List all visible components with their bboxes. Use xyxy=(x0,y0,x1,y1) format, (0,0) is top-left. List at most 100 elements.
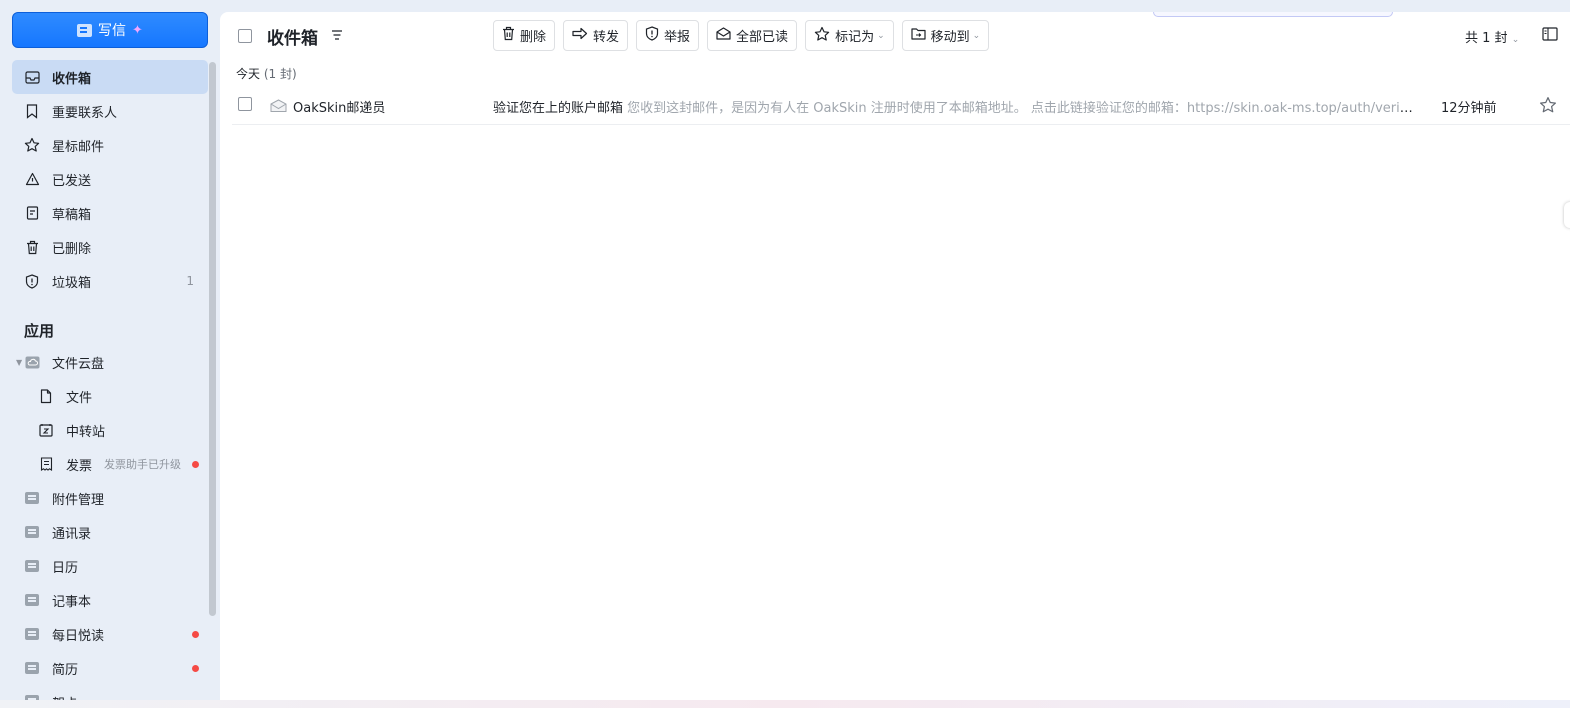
side-panel-handle[interactable] xyxy=(1564,202,1570,228)
preview-text: 您收到这封邮件，是因为有人在 OakSkin 注册时使用了本邮箱地址。 点击此链… xyxy=(627,101,1417,116)
shield-icon xyxy=(645,26,659,45)
spam-count-badge: 1 xyxy=(186,274,194,288)
table-row[interactable]: OakSkin邮递员 验证您在上的账户邮箱 您收到这封邮件，是因为有人在 Oak… xyxy=(232,88,1570,125)
chevron-down-icon: ⌄ xyxy=(1511,35,1520,45)
attachment-icon xyxy=(24,490,40,506)
star-icon xyxy=(814,26,830,46)
sidebar: 写信 ✦ 收件箱 重要联系人 星标邮件 已发送 草稿箱 已删除 垃圾箱 1 应用… xyxy=(0,0,218,708)
inbox-icon xyxy=(24,69,40,85)
compose-icon xyxy=(77,23,93,37)
star-icon[interactable] xyxy=(1539,96,1557,118)
reading-pane-icon[interactable] xyxy=(1542,27,1558,45)
sidebar-item-sent[interactable]: 已发送 xyxy=(12,162,208,196)
app-item-invoice[interactable]: 发票 发票助手已升级 xyxy=(12,447,208,481)
app-item-label: 记事本 xyxy=(52,594,92,610)
page-title: 收件箱 xyxy=(267,29,318,49)
mark-as-dropdown[interactable]: 标记为 ⌄ xyxy=(805,20,894,51)
app-item-label: 文件 xyxy=(66,390,93,406)
sidebar-item-label: 已发送 xyxy=(52,173,92,189)
app-item-files[interactable]: 文件 xyxy=(12,379,208,413)
shield-icon xyxy=(24,273,40,289)
apps-nav: ▼ 文件云盘 文件 中转站 发票 发票助手已升级 附件管理 通讯录 日历 记事本… xyxy=(12,345,208,707)
sidebar-item-spam[interactable]: 垃圾箱 1 xyxy=(12,264,208,298)
date-group-label: 今天 xyxy=(236,67,261,81)
notepad-icon xyxy=(24,592,40,608)
mail-count-dropdown[interactable]: 共 1 封 ⌄ xyxy=(1465,27,1519,46)
mail-count-label: 共 1 封 xyxy=(1465,31,1508,46)
sparkle-icon: ✦ xyxy=(132,22,143,38)
mark-as-label: 标记为 xyxy=(835,30,875,45)
sidebar-item-label: 垃圾箱 xyxy=(52,275,92,291)
compose-button[interactable]: 写信 ✦ xyxy=(12,12,208,48)
resume-icon xyxy=(24,660,40,676)
forward-label: 转发 xyxy=(593,30,620,45)
row-checkbox[interactable] xyxy=(238,97,252,111)
delete-button[interactable]: 删除 xyxy=(493,20,556,51)
calendar-icon xyxy=(24,558,40,574)
select-all-checkbox[interactable] xyxy=(238,29,252,43)
send-icon xyxy=(24,171,40,187)
app-item-resume[interactable]: 简历 xyxy=(12,651,208,685)
app-item-notepad[interactable]: 记事本 xyxy=(12,583,208,617)
report-button[interactable]: 举报 xyxy=(636,20,700,51)
invoice-upgrade-note: 发票助手已升级 xyxy=(104,458,182,471)
trash-icon xyxy=(24,239,40,255)
app-item-label: 文件云盘 xyxy=(52,356,105,372)
received-time: 12分钟前 xyxy=(1441,101,1497,116)
sidebar-item-important-contacts[interactable]: 重要联系人 xyxy=(12,94,208,128)
star-icon xyxy=(24,137,40,153)
report-label: 举报 xyxy=(664,30,691,45)
reading-icon xyxy=(24,626,40,642)
notification-dot xyxy=(192,630,199,638)
forward-button[interactable]: 转发 xyxy=(563,20,629,51)
mark-all-read-label: 全部已读 xyxy=(736,30,789,45)
delete-label: 删除 xyxy=(520,30,547,45)
app-item-label: 通讯录 xyxy=(52,526,92,542)
mark-all-read-button[interactable]: 全部已读 xyxy=(707,20,798,51)
forward-icon xyxy=(572,27,588,44)
app-item-contacts[interactable]: 通讯录 xyxy=(12,515,208,549)
envelope-icon xyxy=(270,99,287,116)
app-item-label: 中转站 xyxy=(66,424,106,440)
open-envelope-icon xyxy=(716,27,731,44)
sidebar-item-label: 收件箱 xyxy=(52,71,92,87)
compose-label: 写信 xyxy=(98,23,127,39)
bottom-edge xyxy=(0,700,1570,708)
app-item-transfer-station[interactable]: 中转站 xyxy=(12,413,208,447)
draft-icon xyxy=(24,205,40,221)
sidebar-item-deleted[interactable]: 已删除 xyxy=(12,230,208,264)
sidebar-item-drafts[interactable]: 草稿箱 xyxy=(12,196,208,230)
sidebar-item-label: 星标邮件 xyxy=(52,139,105,155)
receipt-icon xyxy=(38,456,54,472)
filter-icon[interactable] xyxy=(331,29,343,45)
subject-line: 验证您在上的账户邮箱 您收到这封邮件，是因为有人在 OakSkin 注册时使用了… xyxy=(493,97,1417,116)
folder-nav: 收件箱 重要联系人 星标邮件 已发送 草稿箱 已删除 垃圾箱 1 xyxy=(12,60,208,298)
sidebar-item-inbox[interactable]: 收件箱 xyxy=(12,60,208,94)
move-to-dropdown[interactable]: 移动到 ⌄ xyxy=(901,20,990,51)
mail-toolbar: 删除 转发 举报 全部已读 标记为 ⌄ 移动到 ⌄ xyxy=(493,20,990,51)
app-item-label: 发票 xyxy=(66,458,93,474)
notification-dot xyxy=(192,460,199,468)
app-item-cloud-drive[interactable]: ▼ 文件云盘 xyxy=(12,345,208,379)
date-group-count: (1 封) xyxy=(263,67,297,81)
apps-section-title: 应用 xyxy=(24,322,55,340)
file-icon xyxy=(38,388,54,404)
app-item-attachments[interactable]: 附件管理 xyxy=(12,481,208,515)
sidebar-item-label: 草稿箱 xyxy=(52,207,92,223)
transfer-icon xyxy=(38,422,54,438)
move-to-label: 移动到 xyxy=(930,30,970,45)
bookmark-icon xyxy=(24,103,40,119)
notification-dot xyxy=(192,664,199,672)
contacts-icon xyxy=(24,524,40,540)
chevron-down-icon: ⌄ xyxy=(877,30,885,41)
sidebar-scrollbar[interactable] xyxy=(209,62,216,616)
sidebar-item-starred[interactable]: 星标邮件 xyxy=(12,128,208,162)
app-item-calendar[interactable]: 日历 xyxy=(12,549,208,583)
mail-list-panel: 收件箱 删除 转发 举报 全部已读 标记为 ⌄ 移动到 ⌄ 共 1 封 ⌄ 今天… xyxy=(220,12,1570,700)
app-item-label: 每日悦读 xyxy=(52,628,105,644)
caret-down-icon[interactable]: ▼ xyxy=(16,358,22,367)
sidebar-item-label: 已删除 xyxy=(52,241,92,257)
cloud-icon xyxy=(24,354,40,370)
app-item-daily-reading[interactable]: 每日悦读 xyxy=(12,617,208,651)
folder-move-icon xyxy=(911,27,926,44)
